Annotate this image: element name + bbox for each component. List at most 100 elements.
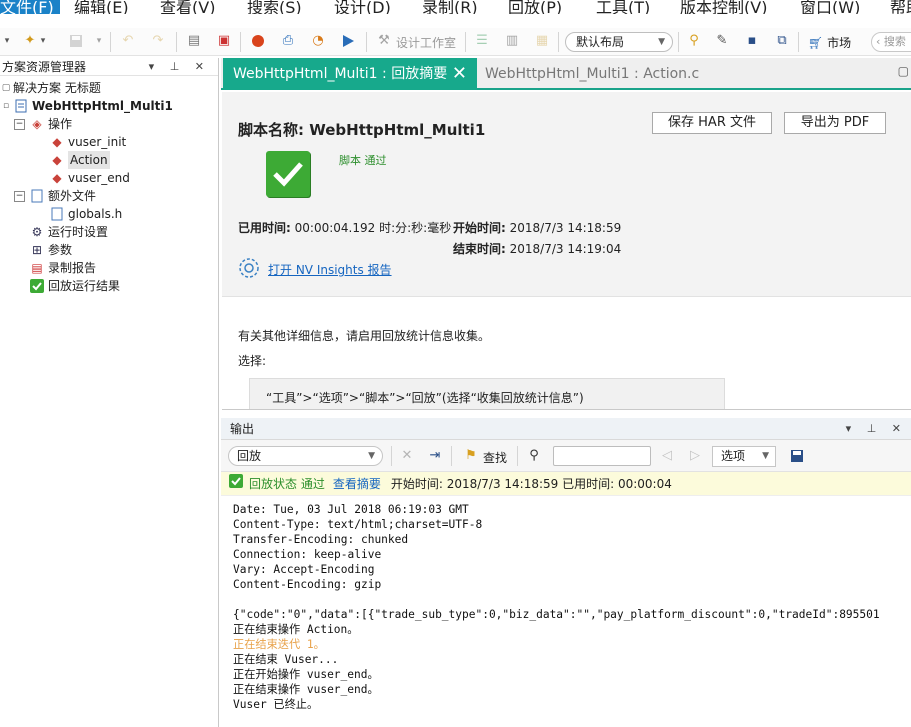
speedometer-icon[interactable]: ◔	[310, 33, 326, 49]
redo-icon[interactable]: ↷	[150, 33, 166, 49]
output-search-input[interactable]	[553, 446, 651, 466]
window-icon[interactable]: ⧉	[774, 33, 790, 49]
menu-replay[interactable]: 回放(P)	[508, 0, 562, 14]
export-pdf-button[interactable]: 导出为 PDF	[784, 112, 886, 134]
nv-insights-icon	[238, 257, 260, 282]
menu-help[interactable]: 帮助	[890, 0, 911, 14]
menu-version-control[interactable]: 版本控制(V)	[680, 0, 767, 14]
tree-item-action[interactable]: ◆ Action	[49, 151, 110, 169]
toolbar-separator	[240, 32, 241, 52]
recording-options-icon[interactable]: ⎙	[280, 33, 296, 49]
design-studio-label[interactable]: 设计工作室	[396, 34, 456, 51]
log-line: Connection: keep-alive	[233, 548, 382, 561]
tree-item-vuser-end[interactable]: ◆ vuser_end	[49, 169, 130, 187]
tree-label: Action	[68, 151, 110, 169]
save-output-icon[interactable]	[789, 448, 805, 464]
panel-controls[interactable]: ▾ ⊥ ✕	[149, 58, 210, 76]
collapse-icon[interactable]: −	[14, 118, 25, 130]
tree-item-globals[interactable]: globals.h	[49, 205, 122, 223]
tree-item-replay-results[interactable]: 回放运行结果	[29, 277, 120, 295]
tree-item-vuser-init[interactable]: ◆ vuser_init	[49, 133, 126, 151]
close-icon[interactable]: ✕	[452, 58, 467, 90]
tree-item-runtime-settings[interactable]: ⚙ 运行时设置	[29, 223, 108, 241]
menu-file[interactable]: 文件(F)	[0, 0, 60, 14]
next-icon[interactable]: ▷	[687, 448, 703, 464]
tree-label: vuser_init	[68, 135, 127, 149]
tree-item-script[interactable]: ▫ WebHttpHtml_Multi1	[2, 97, 173, 115]
menu-view[interactable]: 查看(V)	[160, 0, 215, 14]
tree-label: 额外文件	[48, 189, 97, 203]
bookmark-flag-icon[interactable]: ⚑	[463, 448, 479, 464]
tree-item-parameters[interactable]: ⊞ 参数	[29, 241, 72, 259]
check-icon	[29, 278, 45, 294]
nv-insights-link[interactable]: 打开 NV Insights 报告	[238, 257, 392, 282]
output-source-dropdown[interactable]: 回放 ▼	[228, 446, 383, 466]
replay-summary-panel: 脚本名称: WebHttpHtml_Multi1 保存 HAR 文件 导出为 P…	[222, 92, 911, 410]
toolbar-separator	[465, 32, 466, 52]
menu-design[interactable]: 设计(D)	[334, 0, 391, 14]
replay-status: 回放状态 通过	[249, 476, 325, 491]
output-title: 输出	[230, 422, 255, 436]
tree-label: 录制报告	[48, 261, 97, 275]
close-script-icon[interactable]: ▣	[216, 33, 232, 49]
tab-action-c[interactable]: WebHttpHtml_Multi1 : Action.c	[485, 58, 699, 90]
edit-pen-icon[interactable]: ✎	[714, 33, 730, 49]
market-button[interactable]: 🛒︎ 市场	[808, 34, 851, 51]
previous-icon[interactable]: ◁	[659, 448, 675, 464]
menu-record[interactable]: 录制(R)	[422, 0, 478, 14]
log-line: 正在开始操作 vuser_end。	[233, 668, 379, 681]
collapse-icon[interactable]: −	[14, 190, 25, 202]
menu-window[interactable]: 窗口(W)	[800, 0, 860, 14]
new-script-icon[interactable]: ✦	[22, 33, 38, 49]
tree-item-extra-files[interactable]: − 额外文件	[14, 187, 96, 205]
log-line: 正在结束操作 vuser_end。	[233, 683, 379, 696]
menu-search[interactable]: 搜索(S)	[247, 0, 302, 14]
compile-icon[interactable]: ▤	[186, 33, 202, 49]
search-icon[interactable]: ⚲	[526, 448, 542, 464]
list-icon[interactable]: ☰	[474, 33, 490, 49]
script-name: 脚本名称: WebHttpHtml_Multi1	[238, 121, 486, 139]
find-label[interactable]: 查找	[483, 449, 507, 466]
chevron-down-icon: ▼	[368, 451, 375, 461]
record-icon[interactable]	[250, 33, 266, 49]
grid-icon[interactable]: ▪	[744, 33, 760, 49]
save-icon[interactable]	[68, 33, 84, 49]
dropdown-arrow-icon[interactable]: ▾	[2, 33, 12, 49]
menu-edit[interactable]: 编辑(E)	[74, 0, 129, 14]
file-icon	[29, 188, 45, 204]
output-source-value: 回放	[237, 449, 262, 463]
output-log[interactable]: Date: Tue, 03 Jul 2018 06:19:03 GMT Conte…	[233, 502, 909, 727]
nv-insights-text[interactable]: 打开 NV Insights 报告	[268, 261, 392, 278]
go-to-icon[interactable]: ⇥	[427, 448, 443, 464]
tree-item-actions[interactable]: − ◈ 操作	[14, 115, 72, 133]
tab-replay-summary[interactable]: WebHttpHtml_Multi1 : 回放摘要 ✕	[223, 58, 477, 90]
toolbar-separator	[110, 32, 111, 52]
tree-item-recording-report[interactable]: ▤ 录制报告	[29, 259, 96, 277]
options-dropdown[interactable]: 选项 ▼	[712, 446, 776, 467]
layout-dropdown[interactable]: 默认布局 ▼	[565, 32, 673, 52]
menu-tools[interactable]: 工具(T)	[596, 0, 650, 14]
toolbar-search-input[interactable]: ‹ 搜索	[871, 32, 911, 52]
tree-item-solution[interactable]: ▢ 解决方案 无标题	[2, 79, 101, 97]
comment-icon[interactable]: ▦	[534, 33, 550, 49]
run-icon[interactable]	[340, 33, 356, 49]
dropdown-arrow-icon[interactable]: ▾	[94, 33, 104, 49]
tree-label: vuser_end	[68, 171, 130, 185]
chevron-down-icon: ▼	[658, 37, 665, 47]
summary-header: 脚本名称: WebHttpHtml_Multi1 保存 HAR 文件 导出为 P…	[222, 92, 911, 297]
bookmark-icon[interactable]: ⚲	[686, 33, 702, 49]
design-studio-icon[interactable]: ⚒	[376, 33, 392, 49]
output-title-bar: 输出 ▾ ⊥ ✕	[221, 418, 911, 440]
save-har-button[interactable]: 保存 HAR 文件	[652, 112, 772, 134]
snapshot-icon[interactable]: ▥	[504, 33, 520, 49]
elapsed-label: 已用时间:	[238, 221, 291, 235]
clear-icon[interactable]: ✕	[399, 448, 415, 464]
dropdown-arrow-icon[interactable]: ▾	[38, 33, 48, 49]
cart-icon: 🛒︎	[808, 36, 824, 50]
view-summary-link[interactable]: 查看摘要	[333, 472, 381, 496]
tree-label: 解决方案 无标题	[13, 81, 101, 95]
expand-collapse-icon[interactable]: ▫	[2, 98, 10, 114]
undo-icon[interactable]: ↶	[120, 33, 136, 49]
tab-overflow-icon[interactable]: ▢	[898, 64, 909, 78]
panel-controls[interactable]: ▾ ⊥ ✕	[846, 418, 907, 440]
